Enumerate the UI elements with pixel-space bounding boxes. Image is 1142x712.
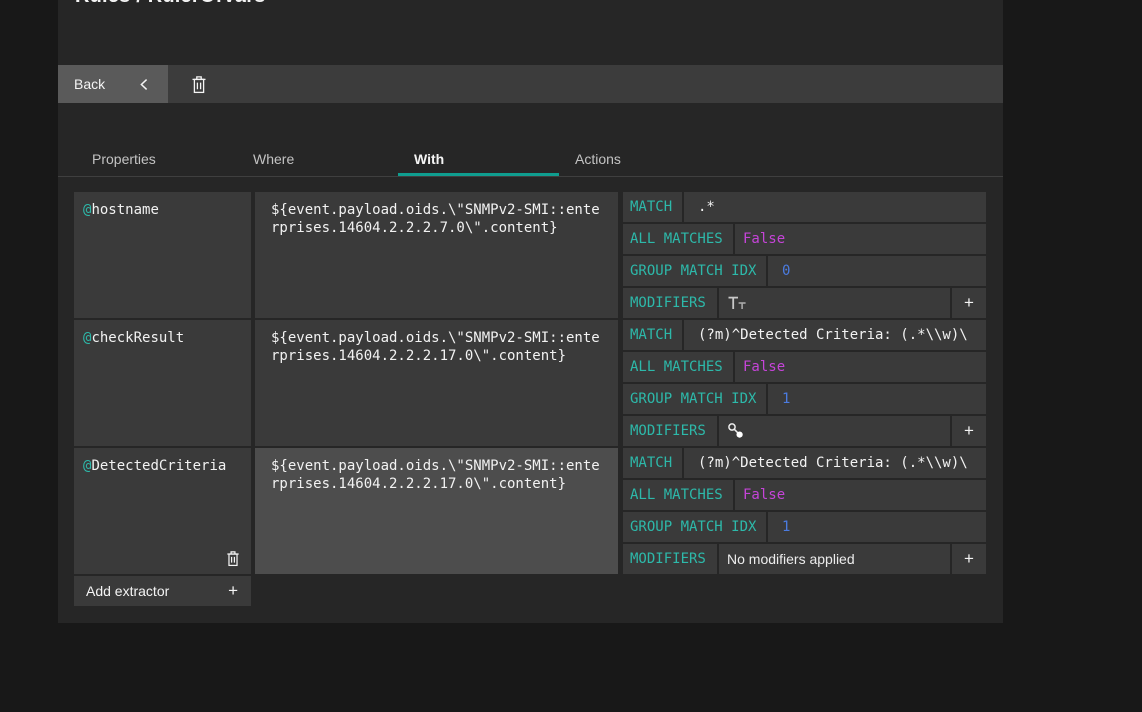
group-match-idx-label: GROUP MATCH IDX: [623, 384, 766, 414]
add-modifier-button[interactable]: +: [952, 288, 986, 318]
extractor-value: ${event.payload.oids.\"SNMPv2-SMI::enter…: [271, 201, 603, 237]
all-matches-row: ALL MATCHES False: [623, 224, 986, 254]
rule-editor-panel: Rules / RulerOfVars Back Propertie: [58, 0, 1003, 623]
match-row: MATCH (?m)^Detected Criteria: (.*\\w)\: [623, 320, 986, 350]
extractors-grid: @hostname ${event.payload.oids.\"SNMPv2-…: [74, 192, 986, 606]
extractor-name: DetectedCriteria: [91, 458, 226, 474]
match-value[interactable]: (?m)^Detected Criteria: (.*\\w)\: [684, 320, 986, 350]
modifiers-label: MODIFIERS: [623, 416, 717, 446]
extractor-value-cell[interactable]: ${event.payload.oids.\"SNMPv2-SMI::enter…: [255, 448, 618, 574]
letter-case-icon: [727, 295, 747, 311]
modifiers-value[interactable]: [719, 416, 950, 446]
group-match-idx-value[interactable]: 1: [768, 512, 986, 542]
group-match-idx-label: GROUP MATCH IDX: [623, 256, 766, 286]
extractor-name-cell[interactable]: @DetectedCriteria: [74, 448, 251, 574]
extractor-row-hostname: @hostname ${event.payload.oids.\"SNMPv2-…: [74, 192, 986, 318]
match-label: MATCH: [623, 448, 682, 478]
tab-properties[interactable]: Properties: [76, 143, 237, 176]
group-match-idx-row: GROUP MATCH IDX 1: [623, 512, 986, 542]
modifiers-value[interactable]: [719, 288, 950, 318]
group-match-idx-row: GROUP MATCH IDX 0: [623, 256, 986, 286]
extractor-settings: MATCH (?m)^Detected Criteria: (.*\\w)\ A…: [623, 320, 986, 446]
extractor-name-cell[interactable]: @hostname: [74, 192, 251, 318]
tab-with[interactable]: With: [398, 143, 559, 176]
group-match-idx-row: GROUP MATCH IDX 1: [623, 384, 986, 414]
match-row: MATCH (?m)^Detected Criteria: (.*\\w)\: [623, 448, 986, 478]
group-match-idx-label: GROUP MATCH IDX: [623, 512, 766, 542]
extractor-value: ${event.payload.oids.\"SNMPv2-SMI::enter…: [271, 457, 603, 493]
delete-rule-button[interactable]: [180, 65, 218, 103]
all-matches-label: ALL MATCHES: [623, 480, 733, 510]
all-matches-label: ALL MATCHES: [623, 352, 733, 382]
back-button-label: Back: [74, 76, 105, 92]
extractor-value-cell[interactable]: ${event.payload.oids.\"SNMPv2-SMI::enter…: [255, 192, 618, 318]
modifiers-row: MODIFIERS No modifiers applied +: [623, 544, 986, 574]
add-extractor-button[interactable]: Add extractor +: [74, 576, 251, 606]
all-matches-row: ALL MATCHES False: [623, 352, 986, 382]
add-modifier-button[interactable]: +: [952, 416, 986, 446]
all-matches-label: ALL MATCHES: [623, 224, 733, 254]
tab-actions[interactable]: Actions: [559, 143, 720, 176]
match-value[interactable]: (?m)^Detected Criteria: (.*\\w)\: [684, 448, 986, 478]
chevron-left-icon: [138, 78, 150, 91]
extractor-settings: MATCH (?m)^Detected Criteria: (.*\\w)\ A…: [623, 448, 986, 574]
tab-where[interactable]: Where: [237, 143, 398, 176]
modifiers-value[interactable]: No modifiers applied: [719, 544, 950, 574]
modifiers-row: MODIFIERS +: [623, 416, 986, 446]
delete-extractor-button[interactable]: [223, 548, 243, 568]
extractor-settings: MATCH .* ALL MATCHES False GROUP MATCH I…: [623, 192, 986, 318]
trash-icon: [226, 550, 240, 567]
add-extractor-label: Add extractor: [86, 583, 169, 599]
all-matches-value[interactable]: False: [735, 224, 986, 254]
all-matches-row: ALL MATCHES False: [623, 480, 986, 510]
group-match-idx-value[interactable]: 0: [768, 256, 986, 286]
modifiers-row: MODIFIERS +: [623, 288, 986, 318]
extractor-name-cell[interactable]: @checkResult: [74, 320, 251, 446]
extractor-row-checkresult: @checkResult ${event.payload.oids.\"SNMP…: [74, 320, 986, 446]
no-modifiers-text: No modifiers applied: [727, 551, 855, 567]
match-row: MATCH .*: [623, 192, 986, 222]
modifiers-label: MODIFIERS: [623, 288, 717, 318]
add-modifier-button[interactable]: +: [952, 544, 986, 574]
back-button[interactable]: Back: [58, 65, 168, 103]
extractor-name: checkResult: [91, 330, 184, 346]
page-title: Rules / RulerOfVars: [75, 0, 266, 8]
extractor-value: ${event.payload.oids.\"SNMPv2-SMI::enter…: [271, 329, 603, 365]
all-matches-value[interactable]: False: [735, 352, 986, 382]
plus-icon: +: [228, 581, 238, 601]
modifiers-label: MODIFIERS: [623, 544, 717, 574]
tab-bar: Properties Where With Actions: [58, 143, 1003, 177]
all-matches-value[interactable]: False: [735, 480, 986, 510]
match-label: MATCH: [623, 192, 682, 222]
match-label: MATCH: [623, 320, 682, 350]
group-match-idx-value[interactable]: 1: [768, 384, 986, 414]
extractor-row-detectedcriteria: @DetectedCriteria ${event.payload.oids.\…: [74, 448, 986, 574]
toolbar: Back: [58, 65, 1003, 103]
match-value[interactable]: .*: [684, 192, 986, 222]
trash-icon: [191, 75, 207, 94]
key-icon: [727, 422, 745, 440]
extractor-name: hostname: [91, 202, 158, 218]
extractor-value-cell[interactable]: ${event.payload.oids.\"SNMPv2-SMI::enter…: [255, 320, 618, 446]
